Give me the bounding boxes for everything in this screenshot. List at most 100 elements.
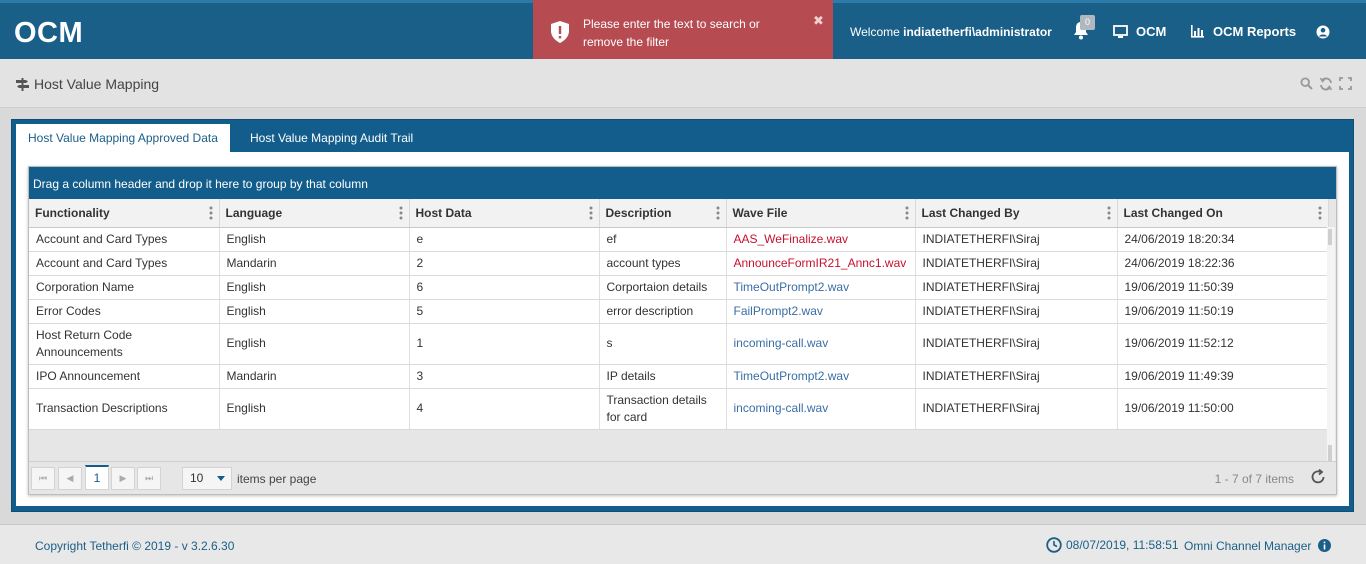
cell-last-changed-on: 19/06/2019 11:50:39 <box>1117 275 1329 300</box>
content-panel: Host Value Mapping Approved Data Host Va… <box>11 119 1354 512</box>
column-menu-icon[interactable] <box>399 206 403 220</box>
cell-wave-file: incoming-call.wav <box>726 323 916 365</box>
page-title-text: Host Value Mapping <box>34 76 160 92</box>
user-icon[interactable] <box>1316 25 1330 39</box>
signpost-icon <box>16 77 29 91</box>
bar-chart-icon <box>1191 25 1204 38</box>
cell-host-data: 6 <box>409 275 600 300</box>
table-row[interactable]: Error Codes English 5 error description Fail… <box>29 299 1329 324</box>
toast-close-button[interactable]: ✖ <box>813 13 824 29</box>
column-header-label: Host Data <box>415 205 472 220</box>
table-row[interactable]: Account and Card Types English e ef AAS_WeFi… <box>29 227 1329 252</box>
column-header-wave-file[interactable]: Wave File <box>726 199 916 228</box>
page-title: Host Value Mapping <box>16 76 159 92</box>
scroll-down-handle[interactable] <box>1328 445 1332 461</box>
column-header-last-changed-on[interactable]: Last Changed On <box>1117 199 1329 228</box>
cell-host-data: e <box>409 227 600 252</box>
column-header-host-data[interactable]: Host Data <box>409 199 600 228</box>
table-row[interactable]: Corporation Name English 6 Corportaion deta… <box>29 275 1329 300</box>
tab-audit-trail[interactable]: Host Value Mapping Audit Trail <box>238 124 425 152</box>
cell-wave-file: AnnounceFormIR21_Annc1.wav <box>726 251 916 276</box>
cell-functionality: Transaction Descriptions <box>29 388 220 430</box>
items-per-page-label: items per page <box>237 472 317 486</box>
column-menu-icon[interactable] <box>1107 206 1111 220</box>
column-header-functionality[interactable]: Functionality <box>29 199 220 228</box>
search-icon[interactable] <box>1300 77 1313 90</box>
table-row[interactable]: IPO Announcement Mandarin 3 IP details TimeO… <box>29 364 1329 389</box>
column-header-label: Functionality <box>35 205 110 220</box>
cell-functionality: Account and Card Types <box>29 251 220 276</box>
next-page-button[interactable]: ▶ <box>111 467 135 490</box>
welcome-text: Welcome indiatetherfi\administrator <box>850 25 1052 39</box>
refresh-icon[interactable] <box>1319 77 1333 91</box>
cell-description: error description <box>599 299 727 324</box>
column-menu-icon[interactable] <box>905 206 909 220</box>
column-menu-icon[interactable] <box>589 206 593 220</box>
column-menu-icon[interactable] <box>209 206 213 220</box>
table-row[interactable]: Account and Card Types Mandarin 2 account t… <box>29 251 1329 276</box>
cell-last-changed-on: 24/06/2019 18:20:34 <box>1117 227 1329 252</box>
cell-functionality: IPO Announcement <box>29 364 220 389</box>
column-header-description[interactable]: Description <box>599 199 727 228</box>
scroll-up-handle[interactable] <box>1328 229 1332 245</box>
cell-last-changed-on: 19/06/2019 11:52:12 <box>1117 323 1329 365</box>
dropdown-arrow-icon <box>217 476 225 481</box>
current-page-button[interactable]: 1 <box>85 465 109 490</box>
app-name: Omni Channel Manager <box>1184 539 1312 553</box>
cell-last-changed-by: INDIATETHERFI\Siraj <box>915 323 1118 365</box>
cell-host-data: 3 <box>409 364 600 389</box>
cell-last-changed-by: INDIATETHERFI\Siraj <box>915 251 1118 276</box>
cell-last-changed-by: INDIATETHERFI\Siraj <box>915 227 1118 252</box>
cell-language: English <box>219 275 410 300</box>
fullscreen-icon[interactable] <box>1339 77 1352 90</box>
cell-wave-file: TimeOutPrompt2.wav <box>726 364 916 389</box>
column-header-label: Wave File <box>732 205 788 220</box>
current-datetime: 08/07/2019, 11:58:51 <box>1046 537 1179 553</box>
pager-info: 1 - 7 of 7 items <box>1214 472 1294 486</box>
cell-description: Transaction details for card <box>599 388 727 430</box>
panel-tools <box>1300 77 1352 91</box>
column-menu-icon[interactable] <box>1318 206 1322 220</box>
group-drop-area[interactable]: Drag a column header and drop it here to… <box>29 167 1336 199</box>
column-header-last-changed-by[interactable]: Last Changed By <box>915 199 1118 228</box>
page-size-select[interactable]: 10 <box>182 467 232 490</box>
grid-scrollbar[interactable] <box>1327 227 1335 463</box>
cell-last-changed-by: INDIATETHERFI\Siraj <box>915 388 1118 430</box>
table-row[interactable]: Transaction Descriptions English 4 Transact… <box>29 388 1329 430</box>
cell-functionality: Account and Card Types <box>29 227 220 252</box>
column-header-label: Language <box>225 205 283 220</box>
shield-alert-icon <box>551 21 569 43</box>
cell-last-changed-by: INDIATETHERFI\Siraj <box>915 299 1118 324</box>
grid-table: Functionality Language Host Data Descriptio… <box>29 199 1329 430</box>
cell-language: Mandarin <box>219 364 410 389</box>
app-logo[interactable]: OCM <box>14 17 83 50</box>
nav-ocm-link[interactable]: OCM <box>1113 24 1166 39</box>
nav-ocm-reports-link[interactable]: OCM Reports <box>1190 24 1296 39</box>
welcome-prefix: Welcome <box>850 25 900 39</box>
first-page-button[interactable]: ⏮ <box>31 467 55 490</box>
prev-page-button[interactable]: ◀ <box>58 467 82 490</box>
cell-description: Corportaion details <box>599 275 727 300</box>
cell-host-data: 4 <box>409 388 600 430</box>
column-menu-icon[interactable] <box>716 206 720 220</box>
column-header-language[interactable]: Language <box>219 199 410 228</box>
grid-pager: ⏮ ◀ 1 ▶ ⏭ 10 items per page 1 - 7 of 7 i… <box>29 461 1336 494</box>
last-page-button[interactable]: ⏭ <box>137 467 161 490</box>
cell-wave-file: TimeOutPrompt2.wav <box>726 275 916 300</box>
page-footer: Copyright Tetherfi © 2019 - v 3.2.6.30 0… <box>0 524 1366 564</box>
grid-refresh-icon[interactable] <box>1310 469 1326 485</box>
cell-description: account types <box>599 251 727 276</box>
page-title-bar: Host Value Mapping <box>0 59 1366 108</box>
info-icon[interactable] <box>1318 539 1331 552</box>
cell-functionality: Corporation Name <box>29 275 220 300</box>
tab-approved-data[interactable]: Host Value Mapping Approved Data <box>16 124 230 152</box>
cell-description: s <box>599 323 727 365</box>
table-row[interactable]: Host Return Code Announcements English 1 s i… <box>29 323 1329 365</box>
cell-host-data: 5 <box>409 299 600 324</box>
cell-functionality: Host Return Code Announcements <box>29 323 220 365</box>
nav-ocm-label: OCM <box>1136 24 1167 39</box>
grid-header-row: Functionality Language Host Data Descriptio… <box>29 199 1329 228</box>
cell-wave-file: incoming-call.wav <box>726 388 916 430</box>
data-grid: Drag a column header and drop it here to… <box>28 166 1337 495</box>
cell-last-changed-by: INDIATETHERFI\Siraj <box>915 364 1118 389</box>
